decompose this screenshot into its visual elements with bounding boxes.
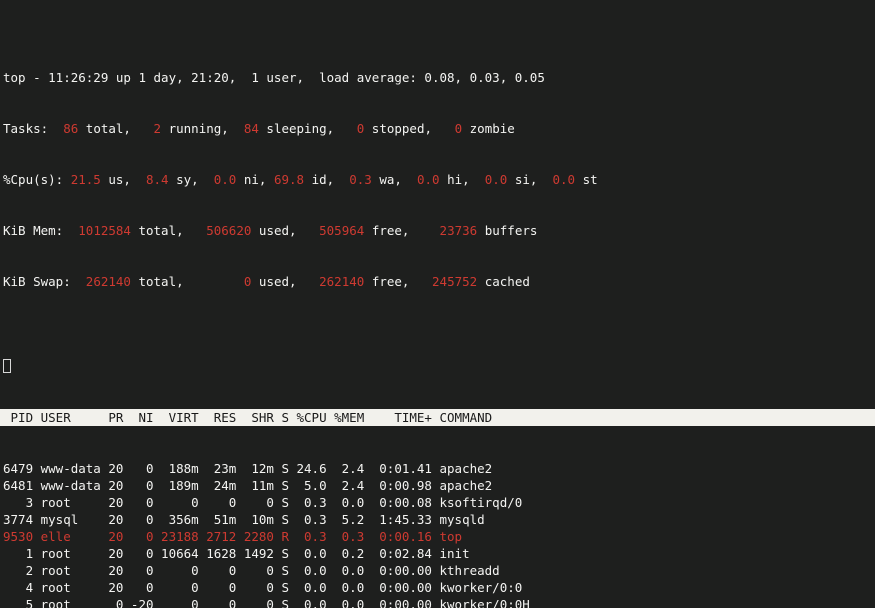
- process-row: 1 root 20 0 10664 1628 1492 S 0.0 0.2 0:…: [3, 545, 875, 562]
- summary-segment: zombie: [462, 121, 515, 136]
- summary-line-cpu: %Cpu(s): 21.5 us, 8.4 sy, 0.0 ni, 69.8 i…: [3, 171, 875, 188]
- summary-segment: stopped,: [364, 121, 439, 136]
- summary-segment: 86: [56, 121, 79, 136]
- process-row: 6481 www-data 20 0 189m 24m 11m S 5.0 2.…: [3, 477, 875, 494]
- summary-segment: free,: [364, 223, 417, 238]
- summary-segment: hi,: [440, 172, 478, 187]
- process-row: 2 root 20 0 0 0 0 S 0.0 0.0 0:00.00 kthr…: [3, 562, 875, 579]
- summary-segment: %Cpu(s):: [3, 172, 71, 187]
- summary-segment: used,: [251, 223, 304, 238]
- terminal-cursor: [3, 359, 11, 373]
- summary-segment: cached: [477, 274, 530, 289]
- summary-segment: 262140: [86, 274, 131, 289]
- process-table-header-row: PID USER PR NI VIRT RES SHR S %CPU %MEM …: [0, 409, 875, 426]
- summary-segment: running,: [161, 121, 236, 136]
- summary-segment: 69.8: [274, 172, 304, 187]
- summary-segment: KiB Mem:: [3, 223, 78, 238]
- summary-segment: 8.4: [138, 172, 168, 187]
- top-summary-section: top - 11:26:29 up 1 day, 21:20, 1 user, …: [3, 35, 875, 324]
- summary-segment: 0: [191, 274, 251, 289]
- summary-segment: 506620: [191, 223, 251, 238]
- summary-segment: Tasks:: [3, 121, 56, 136]
- process-row: 3 root 20 0 0 0 0 S 0.3 0.0 0:00.08 ksof…: [3, 494, 875, 511]
- summary-segment: us,: [101, 172, 139, 187]
- summary-segment: total,: [131, 274, 191, 289]
- summary-segment: 23736: [417, 223, 477, 238]
- summary-segment: buffers: [477, 223, 537, 238]
- summary-segment: wa,: [372, 172, 410, 187]
- summary-segment: 84: [236, 121, 259, 136]
- summary-segment: sy,: [169, 172, 207, 187]
- summary-segment: 1012584: [78, 223, 131, 238]
- cursor-line: [3, 358, 875, 375]
- process-table-body: 6479 www-data 20 0 188m 23m 12m S 24.6 2…: [3, 460, 875, 608]
- summary-segment: top - 11:26:29 up 1 day, 21:20, 1 user, …: [3, 70, 545, 85]
- summary-segment: 0.0: [206, 172, 236, 187]
- summary-segment: 0.3: [342, 172, 372, 187]
- summary-segment: 0: [440, 121, 463, 136]
- summary-segment: 0: [342, 121, 365, 136]
- summary-segment: KiB Swap:: [3, 274, 86, 289]
- summary-segment: 2: [138, 121, 161, 136]
- terminal-window[interactable]: top - 11:26:29 up 1 day, 21:20, 1 user, …: [0, 0, 875, 608]
- summary-line-tasks: Tasks: 86 total, 2 running, 84 sleeping,…: [3, 120, 875, 137]
- summary-segment: sleeping,: [259, 121, 342, 136]
- summary-segment: 262140: [304, 274, 364, 289]
- summary-segment: 21.5: [71, 172, 101, 187]
- summary-line-uptime: top - 11:26:29 up 1 day, 21:20, 1 user, …: [3, 69, 875, 86]
- summary-line-swap: KiB Swap: 262140 total, 0 used, 262140 f…: [3, 273, 875, 290]
- summary-line-mem: KiB Mem: 1012584 total, 506620 used, 505…: [3, 222, 875, 239]
- process-row: 5 root 0 -20 0 0 0 S 0.0 0.0 0:00.00 kwo…: [3, 596, 875, 608]
- process-row: 6479 www-data 20 0 188m 23m 12m S 24.6 2…: [3, 460, 875, 477]
- summary-segment: id,: [304, 172, 342, 187]
- summary-segment: total,: [131, 223, 191, 238]
- summary-segment: 0.0: [477, 172, 507, 187]
- process-row: 3774 mysql 20 0 356m 51m 10m S 0.3 5.2 1…: [3, 511, 875, 528]
- process-row: 4 root 20 0 0 0 0 S 0.0 0.0 0:00.00 kwor…: [3, 579, 875, 596]
- summary-segment: ni,: [236, 172, 274, 187]
- summary-segment: st: [575, 172, 598, 187]
- summary-segment: 505964: [304, 223, 364, 238]
- summary-segment: 245752: [417, 274, 477, 289]
- summary-segment: si,: [507, 172, 545, 187]
- summary-segment: used,: [251, 274, 304, 289]
- summary-segment: 0.0: [545, 172, 575, 187]
- process-row: 9530 elle 20 0 23188 2712 2280 R 0.3 0.3…: [3, 528, 875, 545]
- summary-segment: 0.0: [409, 172, 439, 187]
- summary-segment: free,: [364, 274, 417, 289]
- summary-segment: total,: [78, 121, 138, 136]
